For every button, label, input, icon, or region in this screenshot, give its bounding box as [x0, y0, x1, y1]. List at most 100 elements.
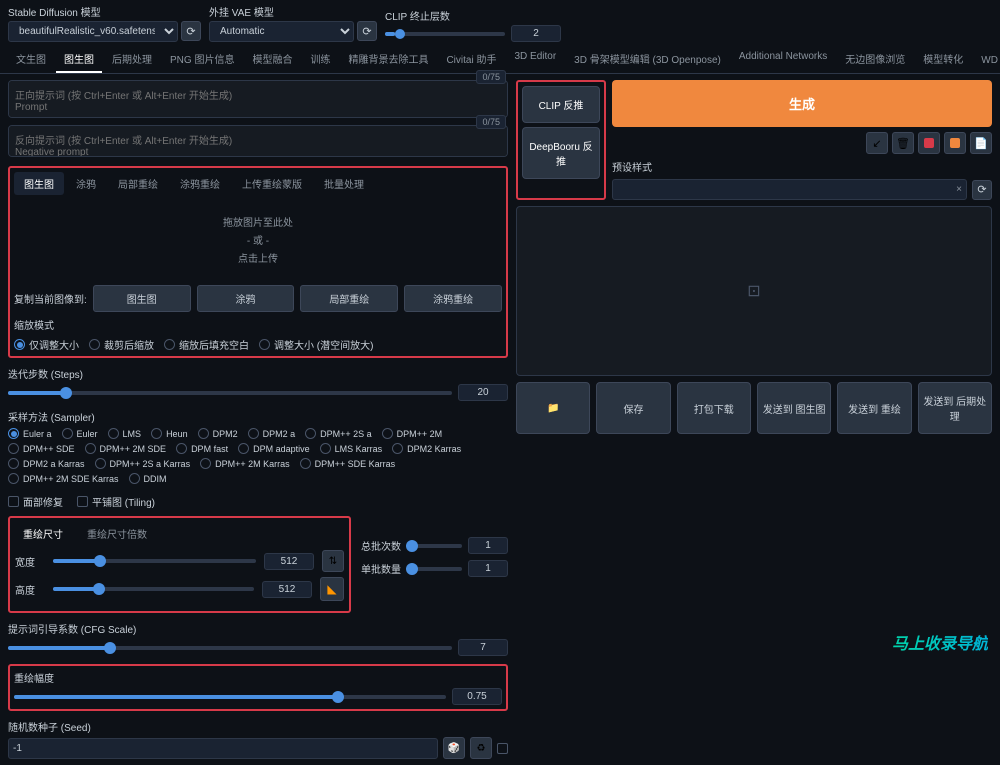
steps-value[interactable] — [458, 384, 508, 401]
img2img-subtab-0[interactable]: 图生图 — [14, 172, 64, 195]
sampler-option-13[interactable]: DPM2 Karras — [392, 443, 461, 454]
sampler-option-17[interactable]: DPM++ SDE Karras — [300, 458, 396, 469]
generate-button[interactable]: 生成 — [612, 80, 992, 127]
trash-icon[interactable]: 🗑 — [892, 132, 914, 154]
batch-count-value[interactable] — [468, 537, 508, 554]
output-action-4[interactable]: 发送到 重绘 — [837, 382, 911, 434]
clip-value[interactable] — [511, 25, 561, 42]
sampler-option-5[interactable]: DPM2 a — [248, 428, 296, 439]
main-tab-7[interactable]: Civitai 助手 — [438, 46, 504, 73]
img2img-subtab-2[interactable]: 局部重绘 — [108, 172, 168, 195]
orange-action-icon[interactable] — [944, 132, 966, 154]
scale-option-0[interactable]: 仅调整大小 — [14, 337, 79, 352]
swap-dims-icon[interactable]: ⇅ — [322, 550, 344, 572]
sampler-option-2[interactable]: LMS — [108, 428, 142, 439]
sampler-option-7[interactable]: DPM++ 2M — [382, 428, 443, 439]
main-tab-3[interactable]: PNG 图片信息 — [162, 46, 242, 73]
width-value[interactable] — [264, 553, 314, 570]
copy-to-button-3[interactable]: 涂鸦重绘 — [404, 285, 502, 312]
output-action-3[interactable]: 发送到 图生图 — [757, 382, 831, 434]
sd-refresh-icon[interactable]: ⟳ — [181, 21, 201, 41]
resize-tab-scale[interactable]: 重绘尺寸倍数 — [79, 523, 155, 544]
seed-input[interactable] — [8, 738, 438, 759]
img2img-subtab-3[interactable]: 涂鸦重绘 — [170, 172, 230, 195]
batch-count-slider[interactable] — [412, 544, 462, 548]
sampler-option-15[interactable]: DPM++ 2S a Karras — [95, 458, 191, 469]
steps-slider[interactable] — [8, 391, 452, 395]
sampler-option-10[interactable]: DPM fast — [176, 443, 228, 454]
sampler-option-18[interactable]: DPM++ 2M SDE Karras — [8, 473, 119, 484]
file-icon[interactable]: 📄 — [970, 132, 992, 154]
img2img-subtab-4[interactable]: 上传重绘蒙版 — [232, 172, 312, 195]
resize-tab-size[interactable]: 重绘尺寸 — [15, 523, 71, 544]
sampler-option-6[interactable]: DPM++ 2S a — [305, 428, 372, 439]
copy-to-button-0[interactable]: 图生图 — [93, 285, 191, 312]
vae-refresh-icon[interactable]: ⟳ — [357, 21, 377, 41]
img2img-subtab-5[interactable]: 批量处理 — [314, 172, 374, 195]
denoise-label: 重绘幅度 — [14, 670, 502, 685]
main-tab-12[interactable]: 模型转化 — [915, 46, 971, 73]
main-tab-4[interactable]: 模型融合 — [244, 46, 300, 73]
main-tab-6[interactable]: 精雕背景去除工具 — [340, 46, 436, 73]
sampler-option-4[interactable]: DPM2 — [198, 428, 238, 439]
image-drop-zone[interactable]: 拖放图片至此处 - 或 - 点击上传 — [14, 199, 502, 279]
output-action-5[interactable]: 发送到 后期处理 — [918, 382, 992, 434]
output-preview: ⊡ — [516, 206, 992, 376]
arrow-icon[interactable]: ↙ — [866, 132, 888, 154]
batch-size-slider[interactable] — [412, 567, 462, 571]
cfg-value[interactable] — [458, 639, 508, 656]
main-tab-5[interactable]: 训练 — [302, 46, 338, 73]
copy-to-button-2[interactable]: 局部重绘 — [300, 285, 398, 312]
scale-option-2[interactable]: 缩放后填充空白 — [164, 337, 249, 352]
deepbooru-button[interactable]: DeepBooru 反推 — [522, 127, 600, 179]
style-refresh-icon[interactable]: ⟳ — [972, 180, 992, 200]
output-action-1[interactable]: 保存 — [596, 382, 670, 434]
main-tab-8[interactable]: 3D Editor — [506, 46, 564, 73]
output-action-0[interactable]: 📁 — [516, 382, 590, 434]
cfg-slider[interactable] — [8, 646, 452, 650]
batch-size-value[interactable] — [468, 560, 508, 577]
sampler-option-16[interactable]: DPM++ 2M Karras — [200, 458, 290, 469]
main-tab-13[interactable]: WD 1.4 标签器 (Tagger) — [973, 46, 1000, 73]
denoise-value[interactable] — [452, 688, 502, 705]
tiling-checkbox[interactable]: 平铺图 (Tiling) — [77, 494, 155, 509]
sampler-option-12[interactable]: LMS Karras — [320, 443, 383, 454]
sampler-option-11[interactable]: DPM adaptive — [238, 443, 310, 454]
height-slider[interactable] — [53, 587, 254, 591]
sampler-option-14[interactable]: DPM2 a Karras — [8, 458, 85, 469]
main-tab-9[interactable]: 3D 骨架模型编辑 (3D Openpose) — [566, 46, 729, 73]
sampler-option-1[interactable]: Euler — [62, 428, 98, 439]
negative-prompt-input[interactable] — [8, 125, 508, 157]
clip-interrogate-button[interactable]: CLIP 反推 — [522, 86, 600, 123]
sd-model-select[interactable]: beautifulRealistic_v60.safetensors [bc2f… — [8, 21, 178, 42]
main-tab-2[interactable]: 后期处理 — [104, 46, 160, 73]
sampler-option-9[interactable]: DPM++ 2M SDE — [85, 443, 167, 454]
main-tab-11[interactable]: 无边图像浏览 — [837, 46, 913, 73]
prompt-input[interactable] — [8, 80, 508, 118]
main-tab-1[interactable]: 图生图 — [56, 46, 102, 73]
img2img-subtab-1[interactable]: 涂鸦 — [66, 172, 106, 195]
face-restore-checkbox[interactable]: 面部修复 — [8, 494, 63, 509]
vae-select[interactable]: Automatic — [209, 21, 354, 42]
copy-to-button-1[interactable]: 涂鸦 — [197, 285, 295, 312]
scale-option-1[interactable]: 裁剪后缩放 — [89, 337, 154, 352]
output-action-2[interactable]: 打包下载 — [677, 382, 751, 434]
sampler-option-19[interactable]: DDIM — [129, 473, 167, 484]
clip-slider[interactable] — [385, 32, 505, 36]
height-value[interactable] — [262, 581, 312, 598]
sampler-option-3[interactable]: Heun — [151, 428, 188, 439]
style-select[interactable]: × — [612, 179, 967, 200]
watermark: 马上收录导航 — [892, 630, 988, 654]
scale-option-3[interactable]: 调整大小 (潜空间放大) — [259, 337, 373, 352]
seed-extra-checkbox[interactable] — [497, 743, 508, 754]
width-slider[interactable] — [53, 559, 256, 563]
denoise-slider[interactable] — [14, 695, 446, 699]
seed-random-icon[interactable]: 🎲 — [443, 737, 465, 759]
sampler-option-8[interactable]: DPM++ SDE — [8, 443, 75, 454]
sampler-option-0[interactable]: Euler a — [8, 428, 52, 439]
seed-reuse-icon[interactable]: ♻ — [470, 737, 492, 759]
main-tab-0[interactable]: 文生图 — [8, 46, 54, 73]
main-tab-10[interactable]: Additional Networks — [731, 46, 835, 73]
red-action-icon[interactable] — [918, 132, 940, 154]
detect-size-icon[interactable]: ◣ — [320, 577, 344, 601]
